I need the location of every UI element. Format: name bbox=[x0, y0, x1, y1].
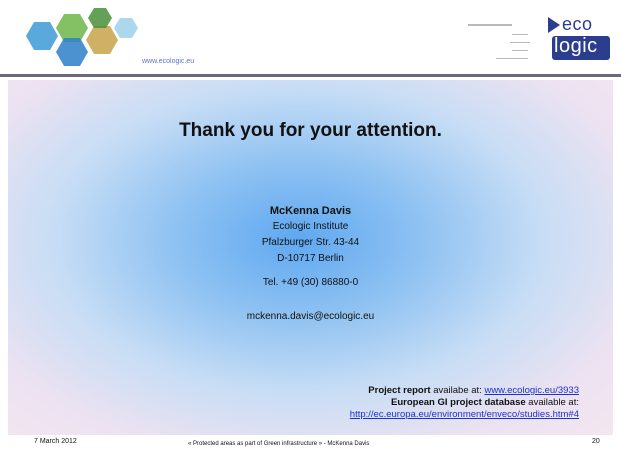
footer-date: 7 March 2012 bbox=[34, 438, 77, 445]
database-link-line: http://ec.europa.eu/environment/enveco/s… bbox=[350, 409, 579, 421]
slide-header: www.ecologic.eu eco logic bbox=[0, 0, 621, 74]
report-line: Project report availabe at: www.ecologic… bbox=[350, 385, 579, 397]
slide-title: Thank you for your attention. bbox=[179, 120, 442, 141]
logo-logic-box: logic bbox=[552, 35, 610, 60]
ecologic-wordmark: eco logic bbox=[548, 14, 614, 66]
contact-email[interactable]: mckenna.davis@ecologic.eu bbox=[8, 309, 613, 325]
report-link[interactable]: www.ecologic.eu/3933 bbox=[484, 385, 579, 396]
references-block: Project report availabe at: www.ecologic… bbox=[350, 385, 579, 421]
ecologic-hexagon-logo bbox=[26, 8, 138, 66]
contact-street: Pfalzburger Str. 43-44 bbox=[261, 237, 360, 248]
contact-city: D-10717 Berlin bbox=[277, 253, 344, 264]
tagline-line bbox=[512, 34, 528, 35]
tagline-line bbox=[468, 24, 512, 26]
database-label: European GI project database bbox=[391, 397, 526, 408]
tagline-line bbox=[496, 58, 528, 59]
logo-eco-text: eco bbox=[562, 14, 593, 34]
contact-block: McKenna Davis Ecologic Institute Pfalzbu… bbox=[8, 203, 613, 325]
report-text: availabe at: bbox=[430, 385, 485, 396]
contact-institution: Ecologic Institute bbox=[272, 221, 349, 232]
slide-body: Thank you for your attention. McKenna Da… bbox=[8, 80, 613, 435]
header-divider bbox=[0, 74, 621, 77]
website-url[interactable]: www.ecologic.eu bbox=[142, 58, 194, 65]
page-number: 20 bbox=[592, 438, 600, 445]
tagline-line bbox=[510, 42, 530, 43]
database-line: European GI project database available a… bbox=[350, 397, 579, 409]
database-link[interactable]: http://ec.europa.eu/environment/enveco/s… bbox=[350, 409, 579, 420]
contact-phone: Tel. +49 (30) 86880-0 bbox=[262, 277, 359, 288]
tagline-line bbox=[512, 50, 528, 51]
play-triangle-icon bbox=[548, 17, 560, 33]
logo-logic-text: logic bbox=[554, 35, 598, 57]
footer-caption: « Protected areas as part of Green infra… bbox=[188, 441, 370, 447]
contact-name: McKenna Davis bbox=[269, 205, 352, 217]
report-label: Project report bbox=[368, 385, 431, 396]
slide-footer: 7 March 2012 « Protected areas as part o… bbox=[8, 438, 613, 454]
database-text: available at: bbox=[525, 397, 579, 408]
